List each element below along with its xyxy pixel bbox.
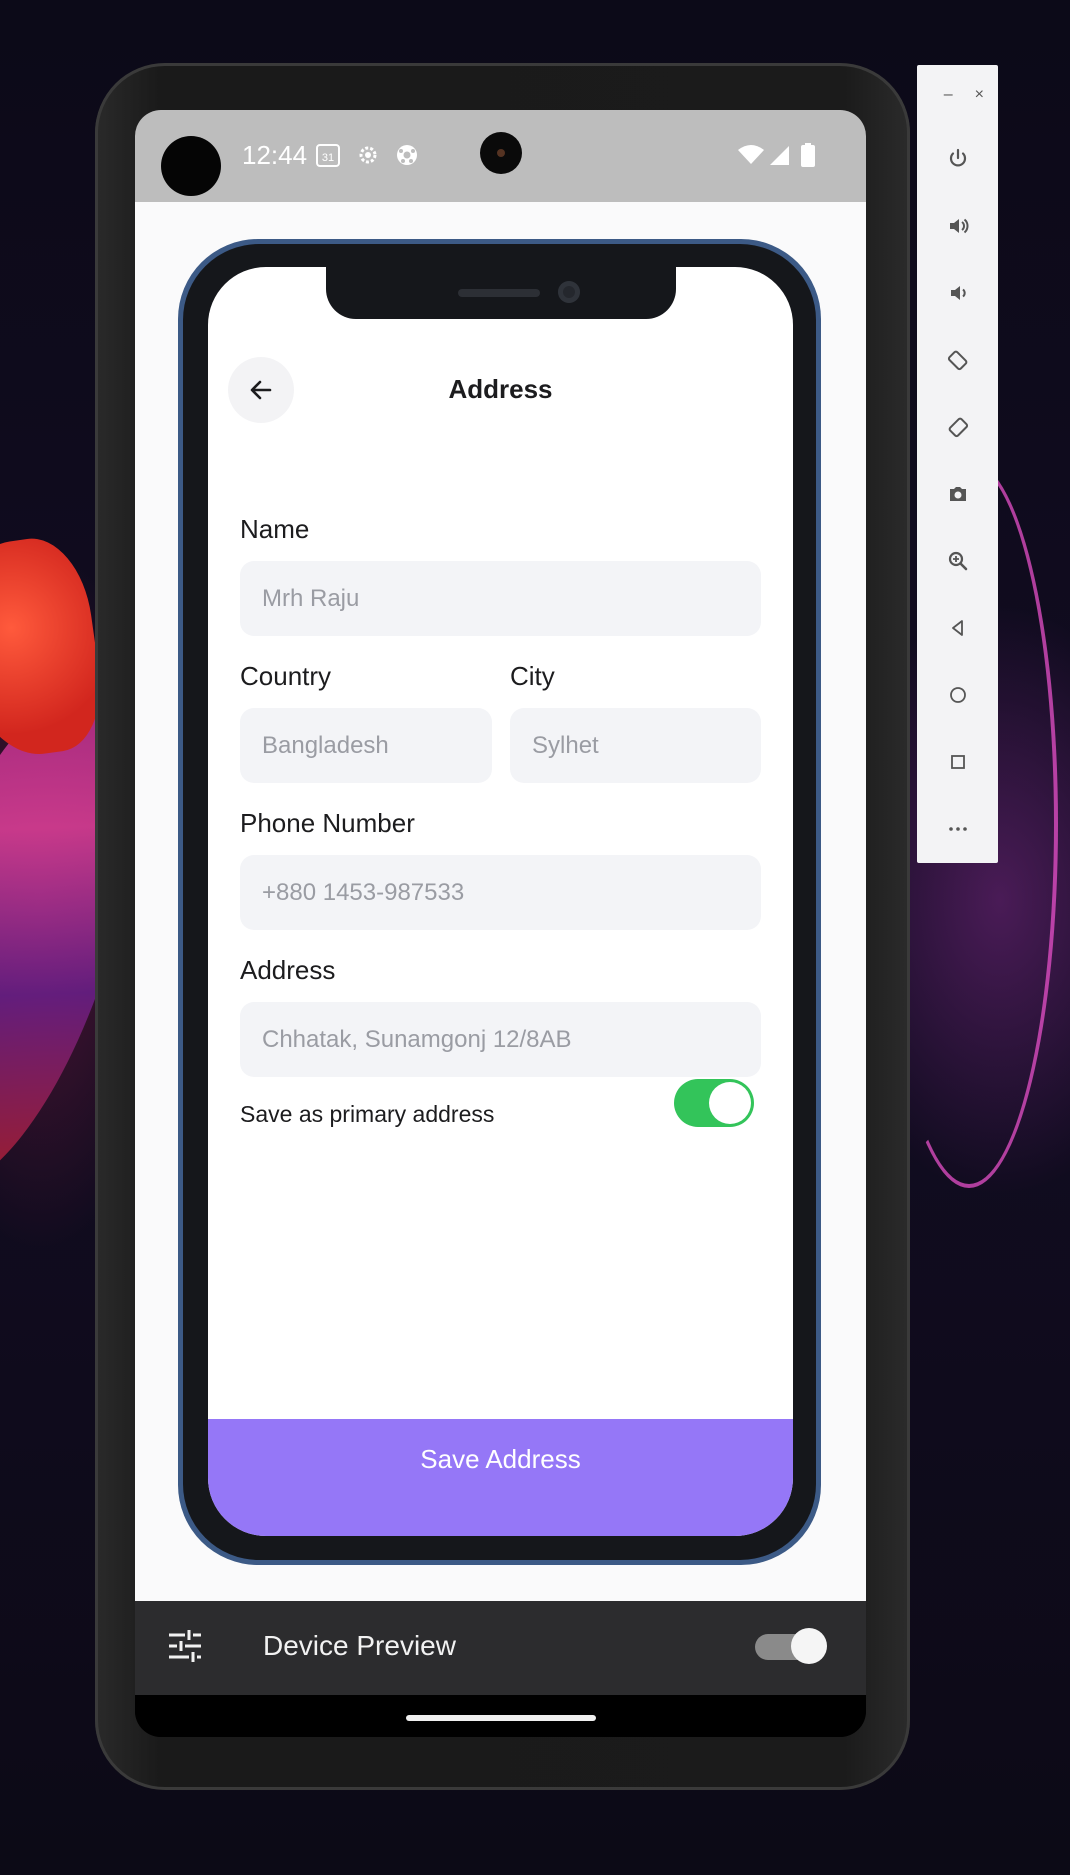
status-bar: 12:44 31 — [135, 110, 866, 202]
nav-home-button[interactable] — [917, 661, 998, 728]
phone-screen: 12:44 31 Address Name Mrh Raju Country B… — [135, 110, 866, 1737]
battery-icon — [801, 143, 815, 167]
address-label: Address — [240, 955, 336, 985]
camera-icon — [949, 486, 966, 501]
city-field[interactable]: Sylhet — [510, 708, 761, 783]
country-label: Country — [240, 661, 332, 691]
phone-field[interactable]: +880 1453-987533 — [240, 855, 761, 930]
nav-overview-button[interactable] — [917, 728, 998, 795]
device-preview-bar: Device Preview — [135, 1601, 866, 1695]
device-preview-toggle[interactable] — [755, 1628, 827, 1664]
power-button[interactable] — [917, 125, 998, 192]
primary-address-toggle[interactable] — [674, 1079, 754, 1127]
volume-down-button[interactable] — [917, 259, 998, 326]
front-camera-left — [161, 136, 221, 196]
page-title: Address — [448, 374, 553, 404]
zoom-button[interactable] — [917, 527, 998, 594]
name-label: Name — [240, 514, 310, 544]
overview-icon — [950, 754, 965, 769]
front-camera-center — [480, 132, 522, 174]
volume-up-icon — [949, 218, 968, 233]
country-field[interactable]: Bangladesh — [240, 708, 492, 783]
volume-up-button[interactable] — [917, 192, 998, 259]
minimize-button[interactable]: – — [944, 86, 953, 104]
status-time: 12:44 — [242, 140, 308, 170]
tool-panel-window-controls: – × — [917, 65, 998, 125]
calendar-day: 31 — [322, 152, 334, 164]
gesture-nav-area — [135, 1695, 866, 1737]
notch-camera — [558, 281, 580, 303]
name-placeholder: Mrh Raju — [262, 584, 360, 612]
notch-speaker — [458, 289, 540, 297]
name-field[interactable]: Mrh Raju — [240, 561, 761, 636]
city-label: City — [510, 661, 555, 691]
rotate-left-icon — [947, 350, 967, 370]
city-placeholder: Sylhet — [532, 731, 599, 759]
more-icon — [948, 826, 967, 831]
calendar-icon: 31 — [316, 144, 340, 167]
volume-down-icon — [950, 285, 966, 300]
nav-back-button[interactable] — [917, 594, 998, 661]
toggle-knob — [709, 1082, 751, 1124]
phone-label: Phone Number — [240, 808, 415, 838]
wifi-icon — [738, 145, 764, 164]
device-notch — [326, 267, 676, 319]
device-preview-label: Device Preview — [263, 1630, 456, 1661]
phone-placeholder: +880 1453-987533 — [262, 878, 465, 906]
more-button[interactable] — [917, 795, 998, 862]
gesture-handle[interactable] — [406, 1715, 596, 1721]
back-icon — [951, 619, 963, 636]
rotate-right-icon — [948, 417, 968, 437]
emulator-tool-panel: – × — [917, 65, 998, 863]
rotate-left-button[interactable] — [917, 326, 998, 393]
rotate-right-button[interactable] — [917, 393, 998, 460]
screenshot-button[interactable] — [917, 460, 998, 527]
soccer-ball-icon — [397, 145, 417, 165]
home-icon — [949, 686, 966, 703]
signal-icon — [770, 146, 789, 165]
close-button[interactable]: × — [975, 86, 984, 104]
device-preview-toggle-knob — [791, 1628, 827, 1664]
zoom-icon — [948, 551, 967, 570]
tune-sliders-icon[interactable] — [167, 1628, 203, 1664]
save-address-button[interactable]: Save Address — [208, 1419, 793, 1536]
country-placeholder: Bangladesh — [262, 731, 389, 759]
address-placeholder: Chhatak, Sunamgonj 12/8AB — [262, 1025, 572, 1053]
address-screen: Address Name Mrh Raju Country Bangladesh… — [208, 267, 793, 1536]
primary-address-label: Save as primary address — [240, 1101, 495, 1127]
address-field[interactable]: Chhatak, Sunamgonj 12/8AB — [240, 1002, 761, 1077]
settings-gear-icon — [359, 146, 377, 164]
power-icon — [949, 148, 966, 166]
